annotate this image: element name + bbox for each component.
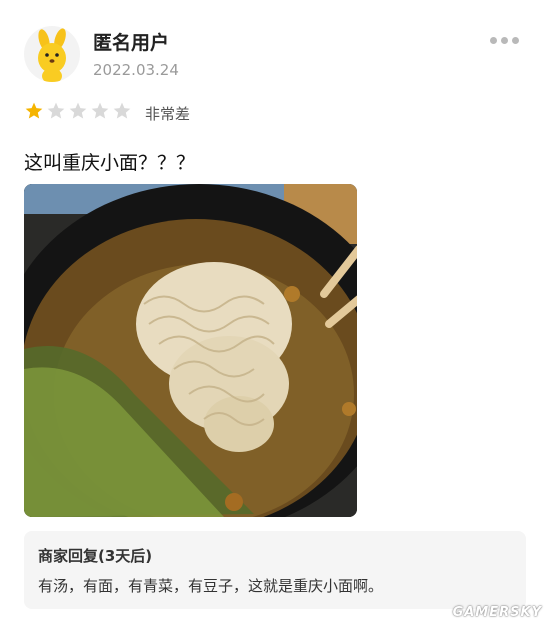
dot-icon	[501, 36, 508, 44]
reply-title: 商家回复(3天后)	[38, 547, 153, 565]
avatar[interactable]	[24, 26, 80, 82]
yellow-dog-icon	[38, 28, 66, 82]
watermark: GAMERSKY	[452, 605, 542, 620]
review-photo[interactable]	[24, 184, 357, 517]
review-text: 这叫重庆小面？？？	[24, 152, 196, 174]
dot-icon	[490, 36, 497, 44]
star-empty-icon	[47, 102, 65, 119]
username[interactable]: 匿名用户	[93, 28, 169, 55]
review-date: 2022.03.24	[93, 61, 179, 79]
more-options-button[interactable]	[490, 30, 526, 50]
reply-text: 有汤，有面，有青菜，有豆子，这就是重庆小面啊。	[38, 577, 384, 595]
star-rating	[24, 101, 132, 121]
dot-icon	[512, 36, 519, 44]
star-empty-icon	[69, 102, 87, 119]
noodle-bowl-image	[24, 184, 357, 517]
merchant-reply: 商家回复(3天后) 有汤，有面，有青菜，有豆子，这就是重庆小面啊。	[24, 531, 526, 609]
star-empty-icon	[113, 102, 131, 119]
star-filled-icon	[25, 102, 43, 119]
star-empty-icon	[91, 102, 109, 119]
rating-label: 非常差	[145, 105, 191, 123]
